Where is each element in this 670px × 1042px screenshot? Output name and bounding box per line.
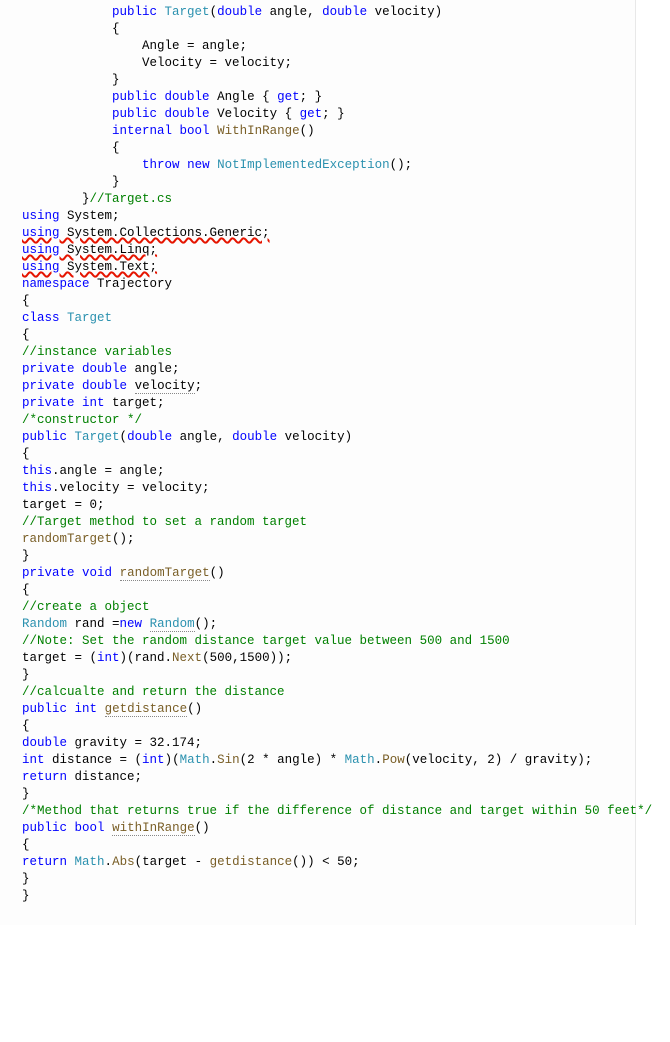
code-line[interactable]: /*constructor */ (0, 412, 635, 429)
code-line[interactable]: } (0, 667, 635, 684)
code-line[interactable]: public double Velocity { get; } (0, 106, 635, 123)
code-line[interactable]: public double Angle { get; } (0, 89, 635, 106)
code-line[interactable]: { (0, 582, 635, 599)
code-line[interactable]: { (0, 21, 635, 38)
code-line[interactable]: { (0, 327, 635, 344)
code-line[interactable]: } (0, 72, 635, 89)
code-line[interactable]: Angle = angle; (0, 38, 635, 55)
code-line[interactable]: return Math.Abs(target - getdistance()) … (0, 854, 635, 871)
code-line[interactable]: public bool withInRange() (0, 820, 635, 837)
code-line[interactable]: Random rand =new Random(); (0, 616, 635, 633)
code-line[interactable]: }//Target.cs (0, 191, 635, 208)
code-line[interactable]: this.velocity = velocity; (0, 480, 635, 497)
code-line[interactable]: } (0, 871, 635, 888)
code-line[interactable]: //Target method to set a random target (0, 514, 635, 531)
code-line[interactable]: class Target (0, 310, 635, 327)
code-line[interactable]: using System; (0, 208, 635, 225)
code-line[interactable]: double gravity = 32.174; (0, 735, 635, 752)
code-line[interactable]: private void randomTarget() (0, 565, 635, 582)
code-line[interactable]: internal bool WithInRange() (0, 123, 635, 140)
code-line[interactable]: public Target(double angle, double veloc… (0, 4, 635, 21)
code-line[interactable]: target = (int)(rand.Next(500,1500)); (0, 650, 635, 667)
code-line[interactable]: //instance variables (0, 344, 635, 361)
code-line[interactable]: return distance; (0, 769, 635, 786)
code-line[interactable]: { (0, 293, 635, 310)
code-line[interactable]: using System.Text; (0, 259, 635, 276)
code-line[interactable]: this.angle = angle; (0, 463, 635, 480)
code-line[interactable]: Velocity = velocity; (0, 55, 635, 72)
code-line[interactable]: //create a object (0, 599, 635, 616)
code-line[interactable]: public Target(double angle, double veloc… (0, 429, 635, 446)
code-line[interactable]: randomTarget(); (0, 531, 635, 548)
code-line[interactable]: //calcualte and return the distance (0, 684, 635, 701)
code-line[interactable]: { (0, 446, 635, 463)
code-line[interactable]: //Note: Set the random distance target v… (0, 633, 635, 650)
code-line[interactable]: /*Method that returns true if the differ… (0, 803, 635, 820)
code-line[interactable]: private int target; (0, 395, 635, 412)
code-line[interactable]: int distance = (int)(Math.Sin(2 * angle)… (0, 752, 635, 769)
code-line[interactable]: } (0, 786, 635, 803)
code-line[interactable]: { (0, 837, 635, 854)
code-editor[interactable]: public Target(double angle, double veloc… (0, 0, 636, 925)
code-line[interactable]: } (0, 548, 635, 565)
code-line[interactable]: { (0, 718, 635, 735)
code-line[interactable]: using System.Collections.Generic; (0, 225, 635, 242)
code-line[interactable]: throw new NotImplementedException(); (0, 157, 635, 174)
code-line[interactable]: private double velocity; (0, 378, 635, 395)
code-line[interactable]: target = 0; (0, 497, 635, 514)
code-line[interactable]: private double angle; (0, 361, 635, 378)
code-line[interactable]: } (0, 174, 635, 191)
code-line[interactable]: using System.Linq; (0, 242, 635, 259)
code-line[interactable]: } (0, 888, 635, 905)
code-line[interactable]: public int getdistance() (0, 701, 635, 718)
code-line[interactable]: { (0, 140, 635, 157)
code-line[interactable]: namespace Trajectory (0, 276, 635, 293)
